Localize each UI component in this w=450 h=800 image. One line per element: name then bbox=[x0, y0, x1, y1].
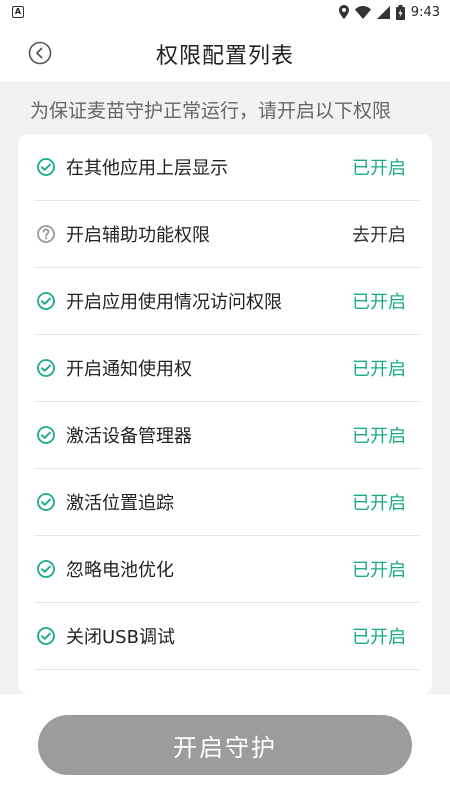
permission-label: 激活位置追踪 bbox=[66, 493, 174, 514]
permission-row-device-admin[interactable]: 激活设备管理器 已开启 bbox=[34, 402, 420, 469]
permission-notice: 为保证麦苗守护正常运行，请开启以下权限 bbox=[30, 100, 392, 122]
permission-row-usb-debug[interactable]: 关闭USB调试 已开启 bbox=[34, 603, 420, 670]
permission-status: 已开启 bbox=[352, 158, 406, 179]
permission-row-accessibility[interactable]: 开启辅助功能权限 去开启 bbox=[34, 201, 420, 268]
permission-label: 开启辅助功能权限 bbox=[66, 225, 210, 246]
permission-status: 已开启 bbox=[352, 493, 406, 514]
permission-label: 开启应用使用情况访问权限 bbox=[66, 292, 282, 313]
permission-row-usage-access[interactable]: 开启应用使用情况访问权限 已开启 bbox=[34, 268, 420, 335]
android-notification-icon: A bbox=[12, 6, 24, 18]
question-circle-icon bbox=[37, 225, 55, 243]
status-bar: A 9:43 bbox=[0, 0, 450, 24]
permission-row-location[interactable]: 激活位置追踪 已开启 bbox=[34, 469, 420, 536]
permission-row-overlay[interactable]: 在其他应用上层显示 已开启 bbox=[34, 134, 420, 201]
battery-icon bbox=[395, 4, 405, 20]
permission-row-notification[interactable]: 开启通知使用权 已开启 bbox=[34, 335, 420, 402]
permission-label: 激活设备管理器 bbox=[66, 426, 192, 447]
permission-label: 开启通知使用权 bbox=[66, 359, 192, 380]
check-circle-icon bbox=[37, 493, 55, 511]
permission-status: 已开启 bbox=[352, 292, 406, 313]
signal-icon bbox=[376, 5, 390, 19]
location-icon bbox=[338, 5, 349, 19]
permission-status: 已开启 bbox=[352, 426, 406, 447]
check-circle-icon bbox=[37, 292, 55, 310]
permission-status: 去开启 bbox=[352, 225, 406, 246]
check-circle-icon bbox=[37, 426, 55, 444]
permission-row-battery[interactable]: 忽略电池优化 已开启 bbox=[34, 536, 420, 603]
permission-status: 已开启 bbox=[352, 627, 406, 648]
permission-status: 已开启 bbox=[352, 359, 406, 380]
page-title: 权限配置列表 bbox=[155, 44, 294, 69]
permission-status: 已开启 bbox=[352, 560, 406, 581]
header: 权限配置列表 bbox=[0, 24, 450, 82]
bottom-bar: 开启守护 bbox=[0, 694, 450, 800]
check-circle-icon bbox=[37, 560, 55, 578]
check-circle-icon bbox=[37, 359, 55, 377]
check-circle-icon bbox=[37, 158, 55, 176]
check-circle-icon bbox=[37, 627, 55, 645]
status-time: 9:43 bbox=[410, 4, 440, 20]
permission-label: 在其他应用上层显示 bbox=[66, 158, 228, 179]
start-guard-button[interactable]: 开启守护 bbox=[38, 715, 412, 775]
wifi-icon bbox=[354, 5, 371, 19]
permission-label: 忽略电池优化 bbox=[66, 560, 174, 581]
permission-list: 在其他应用上层显示 已开启 开启辅助功能权限 去开启 开启应用使用情况访问权限 … bbox=[18, 134, 432, 694]
permission-label: 关闭USB调试 bbox=[66, 627, 175, 648]
